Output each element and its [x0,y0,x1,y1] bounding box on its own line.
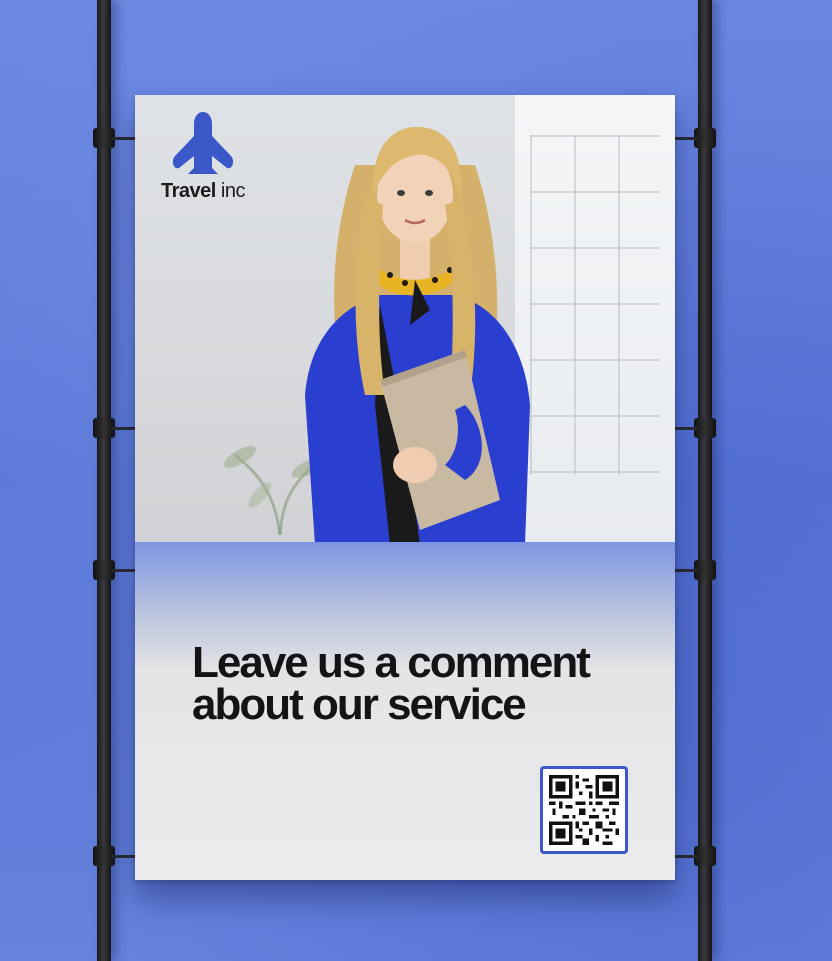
headline: Leave us a comment about our service [192,641,652,729]
brand-name-light: inc [220,180,246,202]
headline-line-2: about our service [192,680,527,729]
poster-lower-panel: Leave us a comment about our service [135,542,675,880]
wire [672,427,698,430]
qr-code-icon [549,775,619,845]
brand-name: Travel inc [153,180,253,203]
airplane-logo-icon [172,112,234,174]
wire [672,137,698,140]
wire [672,855,698,858]
poster-photo: Travel inc [135,95,675,542]
brand-logo: Travel inc [153,110,253,203]
brand-name-bold: Travel [161,180,216,202]
window-grid [530,135,660,475]
poster: Travel inc Leave us a comment about our … [135,95,675,880]
person-illustration [305,126,530,542]
wire [672,569,698,572]
qr-code-frame [540,766,628,854]
